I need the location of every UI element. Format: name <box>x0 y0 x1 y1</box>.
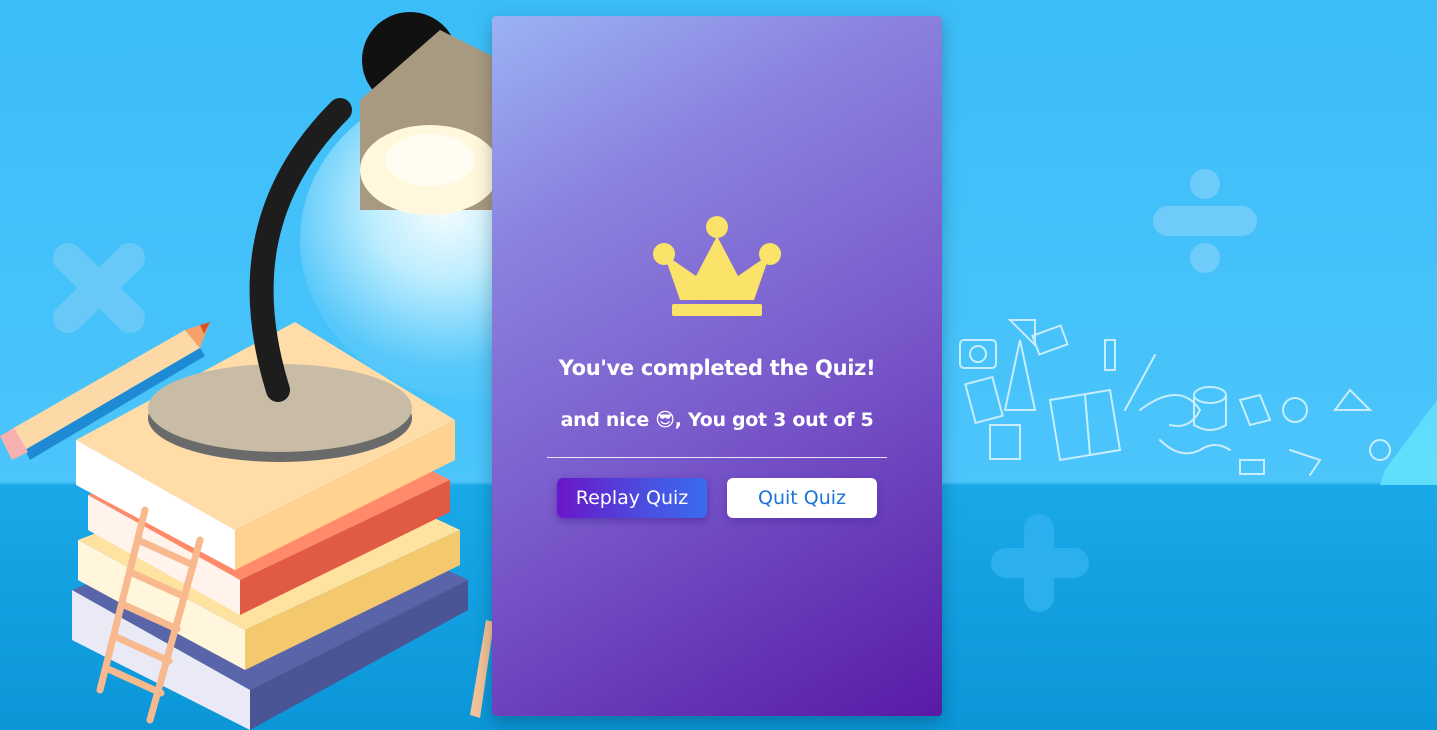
quiz-result-card: You've completed the Quiz! and nice 😎, Y… <box>492 16 942 716</box>
divide-symbol-icon <box>1153 169 1257 273</box>
score-text: and nice 😎, You got 3 out of 5 <box>492 409 942 431</box>
ruler-shape <box>1380 400 1437 485</box>
quiz-result-screen: You've completed the Quiz! and nice 😎, Y… <box>0 0 1437 730</box>
divider <box>547 457 887 458</box>
replay-quiz-button[interactable]: Replay Quiz <box>557 478 707 518</box>
small-pencil <box>470 620 494 718</box>
score-suffix: , You got 3 out of 5 <box>674 409 874 431</box>
crown-icon <box>653 216 781 316</box>
plus-symbol-icon <box>991 514 1089 612</box>
completion-title: You've completed the Quiz! <box>558 356 876 380</box>
multiply-symbol-icon <box>53 243 145 333</box>
desk-lamp-illustration <box>148 12 500 462</box>
quit-quiz-button[interactable]: Quit Quiz <box>727 478 877 518</box>
score-prefix: and nice <box>560 409 650 431</box>
emoji-icon: 😎 <box>655 409 675 431</box>
